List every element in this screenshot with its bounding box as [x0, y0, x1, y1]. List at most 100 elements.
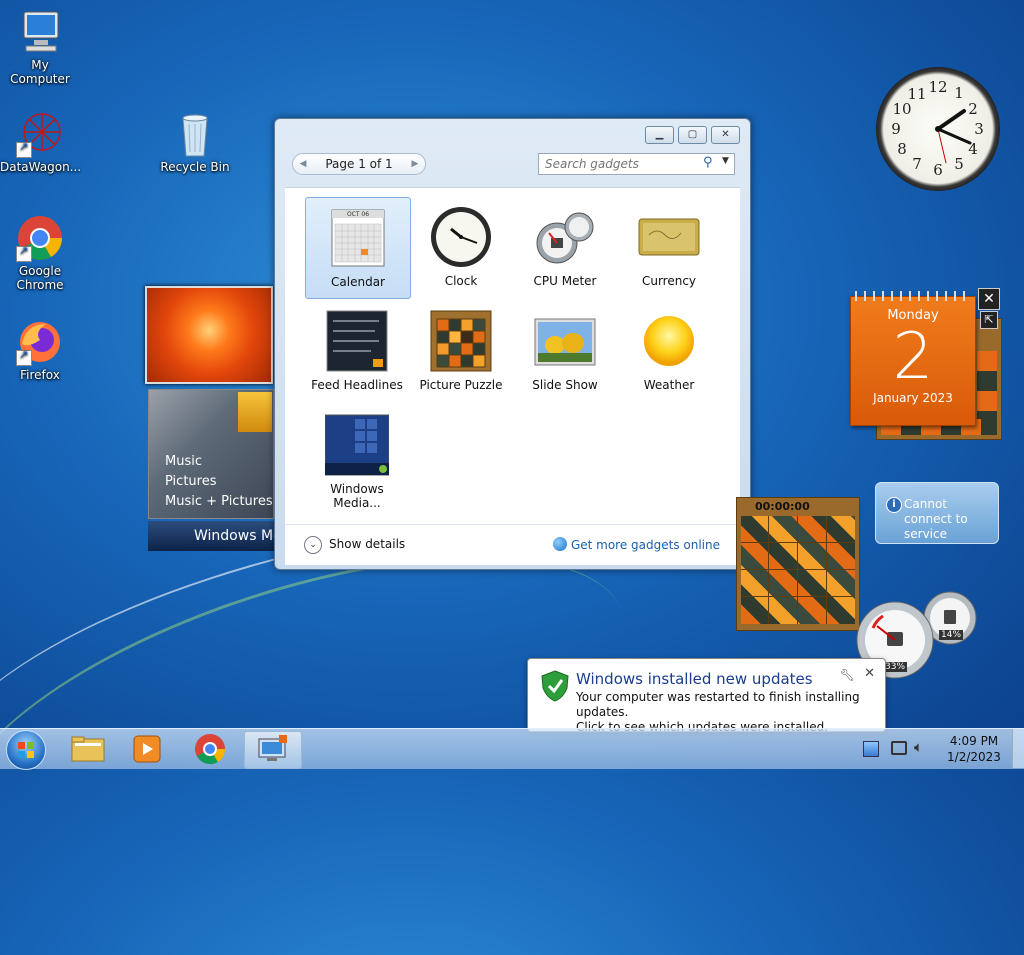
- sun-icon: [637, 309, 701, 373]
- gadget-item-feed-headlines[interactable]: Feed Headlines: [305, 301, 409, 401]
- chevron-down-icon: ⌄: [304, 536, 322, 554]
- taskbar-clock[interactable]: 4:09 PM 1/2/2023: [934, 733, 1014, 765]
- calendar-date: 2: [892, 320, 934, 394]
- gadget-item-clock[interactable]: Clock: [409, 197, 513, 297]
- recycle-bin-icon: [171, 110, 219, 158]
- media-menu-music-pictures[interactable]: Music + Pictures: [165, 492, 273, 512]
- desktop-icon-label: DataWagon...: [0, 160, 82, 174]
- desktop-icon-firefox[interactable]: Firefox: [0, 318, 80, 382]
- get-more-label: Get more gadgets online: [570, 538, 720, 552]
- gadget-label: Slide Show: [532, 378, 598, 392]
- gadget-label: Picture Puzzle: [419, 378, 503, 392]
- service-message: Cannot connect to service: [904, 497, 968, 541]
- media-center-title-bar: Windows Me: [148, 521, 274, 551]
- gadget-label: Clock: [444, 274, 478, 288]
- clock-gadget[interactable]: 12 1 2 3 4 5 6 7 8 9 10 11: [876, 67, 1000, 191]
- media-center-gadget[interactable]: Music Pictures Music + Pictures: [148, 389, 274, 519]
- firefox-icon: [16, 318, 64, 366]
- taskbar-date: 1/2/2023: [947, 750, 1001, 764]
- puzzle-timer: 00:00:00: [755, 500, 810, 513]
- puzzle-tiles[interactable]: [741, 516, 855, 624]
- notification-line-1: Your computer was restarted to finish in…: [576, 690, 860, 719]
- calendar-gadget[interactable]: Monday 2 January 2023: [850, 291, 976, 426]
- clock-hands: [935, 109, 972, 164]
- start-button[interactable]: [6, 730, 46, 770]
- show-details-button[interactable]: ⌄ Show details: [304, 536, 406, 554]
- pager-text: Page 1 of 1: [325, 157, 393, 171]
- gadget-item-slide-show[interactable]: Slide Show: [513, 301, 617, 401]
- minimize-button[interactable]: ▁: [645, 126, 674, 144]
- taskbar: 🔈︎: [0, 728, 1024, 770]
- desktop-icon-recycle-bin[interactable]: Recycle Bin: [155, 110, 235, 174]
- search-icon[interactable]: ⚲: [703, 155, 713, 170]
- gadget-item-cpu-meter[interactable]: CPU Meter: [513, 197, 617, 297]
- media-tile: [238, 392, 272, 432]
- taskbar-media-player-button[interactable]: [120, 731, 176, 767]
- taskbar-time: 4:09 PM: [949, 734, 999, 748]
- gadget-label: Currency: [641, 274, 697, 288]
- chrome-icon: [195, 734, 226, 765]
- weather-gadget[interactable]: i Cannot connect to service: [875, 482, 999, 544]
- pager: ◀ Page 1 of 1 ▶: [292, 153, 426, 175]
- maximize-button[interactable]: ▢: [678, 126, 707, 144]
- gadget-item-windows-media[interactable]: Windows Media...: [305, 405, 409, 510]
- search-box: ⚲ ▼: [538, 153, 735, 175]
- slide-show-thumb-icon: [533, 309, 597, 373]
- slideshow-gadget[interactable]: [145, 286, 273, 384]
- gadget-gallery-window[interactable]: ▁ ▢ ✕ ◀ Page 1 of 1 ▶ ⚲ ▼ OCT 06: [274, 118, 751, 570]
- notification-title: Windows installed new updates: [576, 670, 813, 688]
- gadgets-icon: [258, 735, 287, 761]
- calendar-month-year: January 2023: [873, 391, 953, 405]
- windows-logo-icon: [18, 742, 34, 758]
- gadget-item-currency[interactable]: Currency: [617, 197, 721, 297]
- desktop-icon-label: Google Chrome: [16, 264, 64, 292]
- taskbar-gadgets-button[interactable]: [244, 731, 302, 769]
- shortcut-arrow-icon: [16, 348, 32, 366]
- chrome-icon: [16, 214, 64, 262]
- calendar-rings: [855, 291, 971, 301]
- media-menu-pictures[interactable]: Pictures: [165, 472, 273, 492]
- gallery-toolbar: ◀ Page 1 of 1 ▶ ⚲ ▼: [275, 149, 750, 187]
- calendar-thumb-month: OCT 06: [346, 211, 370, 218]
- next-page-button[interactable]: ▶: [407, 156, 423, 172]
- get-more-gadgets-link[interactable]: Get more gadgets online: [552, 537, 720, 552]
- show-details-label: Show details: [329, 537, 406, 551]
- volume-icon[interactable]: 🔈︎: [914, 738, 923, 756]
- tray-flag-icon[interactable]: [863, 741, 879, 757]
- gadget-item-calendar[interactable]: OCT 06 Calendar: [305, 197, 411, 299]
- close-button[interactable]: ✕: [711, 126, 740, 144]
- media-player-icon: [133, 735, 161, 763]
- taskbar-explorer-button[interactable]: [60, 731, 116, 767]
- network-icon[interactable]: [891, 741, 907, 755]
- pin-icon[interactable]: 🔧︎: [840, 668, 855, 682]
- desktop-icon-label: Firefox: [20, 368, 60, 382]
- search-dropdown-icon[interactable]: ▼: [722, 156, 729, 166]
- desktop-icon-label: My Computer: [10, 58, 70, 86]
- desktop-icon-datawagon[interactable]: DataWagon...: [0, 110, 82, 174]
- media-menu-music[interactable]: Music: [165, 452, 273, 472]
- notification-close-icon[interactable]: ✕: [864, 666, 875, 681]
- picture-puzzle-gadget[interactable]: 00:00:00: [736, 497, 860, 631]
- show-desktop-button[interactable]: [1012, 729, 1024, 768]
- gallery-footer: ⌄ Show details Get more gadgets online: [285, 524, 740, 565]
- search-input[interactable]: [543, 155, 697, 173]
- shortcut-arrow-icon: [16, 140, 32, 158]
- desktop-icon-chrome[interactable]: Google Chrome: [0, 214, 80, 292]
- update-notification[interactable]: Windows installed new updates Your compu…: [527, 658, 886, 734]
- gadget-item-weather[interactable]: Weather: [617, 301, 721, 401]
- clock-thumb-icon: [429, 205, 493, 269]
- gadget-label: Feed Headlines: [311, 378, 403, 392]
- gadget-item-picture-puzzle[interactable]: Picture Puzzle: [409, 301, 513, 401]
- gadget-grid: OCT 06 Calendar Clock CPU Meter Currency…: [285, 187, 740, 525]
- desktop-icon-label: Recycle Bin: [160, 160, 230, 174]
- media-center-title: Windows Me: [194, 528, 274, 544]
- gadget-resize-icon[interactable]: ⇱: [980, 311, 998, 329]
- gadget-close-icon[interactable]: ✕: [978, 288, 1000, 310]
- cpu-percent: 33%: [883, 662, 908, 672]
- desktop-icon-my-computer[interactable]: My Computer: [0, 8, 80, 86]
- info-icon: i: [886, 497, 902, 513]
- gadget-label: CPU Meter: [533, 274, 597, 288]
- gadget-label: Windows Media...: [330, 482, 384, 510]
- taskbar-chrome-button[interactable]: [182, 731, 238, 767]
- picture-puzzle-thumb-icon: [429, 309, 493, 373]
